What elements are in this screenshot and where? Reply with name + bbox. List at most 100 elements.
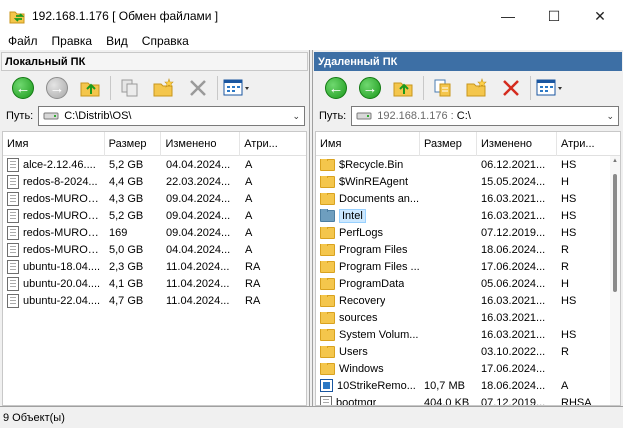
toolbar-separator: [217, 76, 218, 100]
remote-file-list[interactable]: Имя Размер Изменено Атри... $Recycle.Bin…: [315, 131, 621, 406]
delete-icon: [503, 80, 519, 96]
local-view-button[interactable]: [220, 73, 254, 103]
table-row[interactable]: Program Files ... 17.06.2024... R: [316, 258, 620, 275]
file-attributes: R: [561, 345, 569, 358]
file-attributes: H: [561, 277, 569, 290]
table-row[interactable]: Users 03.10.2022... R: [316, 343, 620, 360]
menu-file[interactable]: Файл: [0, 34, 45, 48]
table-row[interactable]: $Recycle.Bin 06.12.2021... HS: [316, 156, 620, 173]
remote-path-value: 192.168.1.176 : C:\: [377, 110, 471, 122]
file-size: 4,7 GB: [109, 294, 144, 307]
remote-panel-header: Удаленный ПК: [314, 52, 622, 71]
remote-new-folder-button[interactable]: [460, 73, 494, 103]
column-name[interactable]: Имя: [316, 132, 420, 156]
menu-view[interactable]: Вид: [99, 34, 135, 48]
file-name: bootmgr: [336, 396, 377, 406]
file-name-cell: redos-MUROM...: [3, 225, 105, 240]
file-modified: 18.06.2024...: [481, 379, 546, 392]
folder-up-icon: [80, 82, 100, 97]
new-folder-icon: [466, 78, 487, 97]
table-row[interactable]: bootmgr 404,0 KB 07.12.2019... RHSA: [316, 394, 620, 406]
table-row[interactable]: PerfLogs 07.12.2019... HS: [316, 224, 620, 241]
arrow-right-icon: →: [46, 77, 68, 99]
menu-edit[interactable]: Правка: [45, 34, 100, 48]
column-attributes[interactable]: Атри...: [240, 132, 306, 156]
column-size[interactable]: Размер: [105, 132, 162, 156]
table-row[interactable]: ProgramData 05.06.2024... H: [316, 275, 620, 292]
remote-back-button[interactable]: ←: [319, 73, 353, 103]
remote-path-dropdown[interactable]: 192.168.1.176 : C:\ ⌄: [351, 106, 619, 126]
arrow-left-icon: ←: [12, 77, 34, 99]
file-modified: 03.10.2022...: [481, 345, 546, 358]
table-row[interactable]: 10StrikeRemo... 10,7 MB 18.06.2024... A: [316, 377, 620, 394]
file-attributes: HS: [561, 226, 577, 239]
table-row[interactable]: Program Files 18.06.2024... R: [316, 241, 620, 258]
file-icon: [7, 276, 19, 291]
table-row[interactable]: sources 16.03.2021...: [316, 309, 620, 326]
menu-help[interactable]: Справка: [135, 34, 196, 48]
file-attributes: A: [561, 379, 569, 392]
file-attributes: HS: [561, 158, 577, 171]
table-row[interactable]: alce-2.12.46.... 5,2 GB 04.04.2024... A: [3, 156, 306, 173]
folder-icon: [320, 226, 335, 239]
table-row[interactable]: Recovery 16.03.2021... HS: [316, 292, 620, 309]
local-copy-button[interactable]: [113, 73, 147, 103]
column-modified[interactable]: Изменено: [477, 132, 557, 156]
table-row[interactable]: Windows 17.06.2024...: [316, 360, 620, 377]
remote-delete-button[interactable]: [494, 73, 528, 103]
file-modified: 11.04.2024...: [166, 260, 230, 273]
folder-icon: [320, 208, 335, 222]
column-modified[interactable]: Изменено: [161, 132, 241, 156]
table-row[interactable]: Intel 16.03.2021... HS: [316, 207, 620, 224]
file-name-cell: Intel: [316, 208, 420, 223]
table-row[interactable]: redos-MUROM... 5,2 GB 09.04.2024... A: [3, 207, 306, 224]
table-row[interactable]: $WinREAgent 15.05.2024... H: [316, 173, 620, 190]
column-name[interactable]: Имя: [3, 132, 105, 156]
close-button[interactable]: ✕: [577, 0, 623, 32]
remote-path: C:\: [456, 110, 471, 122]
file-modified: 16.03.2021...: [481, 294, 546, 307]
file-modified: 11.04.2024...: [166, 277, 230, 290]
table-row[interactable]: redos-MUROM... 5,0 GB 04.04.2024... A: [3, 241, 306, 258]
remote-panel: Удаленный ПК ← → Путь: 192.168.1.176 : C…: [312, 50, 623, 406]
table-row[interactable]: redos-MUROM... 169 09.04.2024... A: [3, 224, 306, 241]
file-modified: 09.04.2024...: [166, 209, 231, 222]
file-modified: 18.06.2024...: [481, 243, 546, 256]
remote-view-button[interactable]: [533, 73, 567, 103]
remote-forward-button[interactable]: →: [353, 73, 387, 103]
minimize-button[interactable]: —: [485, 0, 531, 32]
folder-icon: [320, 243, 335, 256]
column-attributes[interactable]: Атри...: [557, 132, 613, 156]
copy-icon: [434, 79, 451, 97]
local-back-button[interactable]: ←: [6, 73, 40, 103]
toolbar-separator: [530, 76, 531, 100]
local-delete-button[interactable]: [181, 73, 215, 103]
table-row[interactable]: ubuntu-18.04.... 2,3 GB 11.04.2024... RA: [3, 258, 306, 275]
local-new-folder-button[interactable]: [147, 73, 181, 103]
local-up-button[interactable]: [74, 73, 108, 103]
table-row[interactable]: ubuntu-22.04.... 4,7 GB 11.04.2024... RA: [3, 292, 306, 309]
remote-up-button[interactable]: [387, 73, 421, 103]
local-file-list[interactable]: Имя Размер Изменено Атри... alce-2.12.46…: [2, 131, 307, 406]
local-forward-button[interactable]: →: [40, 73, 74, 103]
remote-copy-button[interactable]: [426, 73, 460, 103]
app-transfer-icon: [8, 7, 26, 25]
column-size[interactable]: Размер: [420, 132, 477, 156]
status-bar: 9 Объект(ы): [0, 406, 623, 428]
table-row[interactable]: redos-MUROM... 4,3 GB 09.04.2024... A: [3, 190, 306, 207]
table-row[interactable]: redos-8-2024... 4,4 GB 22.03.2024... A: [3, 173, 306, 190]
drive-icon: [43, 112, 59, 120]
maximize-button[interactable]: ☐: [531, 0, 577, 32]
scroll-thumb[interactable]: [613, 174, 617, 292]
local-path-dropdown[interactable]: C:\Distrib\OS\ ⌄: [38, 106, 305, 126]
remote-scrollbar[interactable]: ▲: [610, 156, 620, 405]
table-row[interactable]: Documents an... 16.03.2021... HS: [316, 190, 620, 207]
local-list-header: Имя Размер Изменено Атри...: [3, 132, 306, 156]
table-row[interactable]: System Volum... 16.03.2021... HS: [316, 326, 620, 343]
remote-rows: $Recycle.Bin 06.12.2021... HS $WinREAgent 15…: [316, 156, 620, 406]
local-panel-header: Локальный ПК: [1, 52, 308, 71]
table-row[interactable]: ubuntu-20.04.... 4,1 GB 11.04.2024... RA: [3, 275, 306, 292]
scroll-up-icon[interactable]: ▲: [611, 158, 619, 168]
file-attributes: R: [561, 260, 569, 273]
file-name-cell: redos-8-2024...: [3, 174, 105, 189]
